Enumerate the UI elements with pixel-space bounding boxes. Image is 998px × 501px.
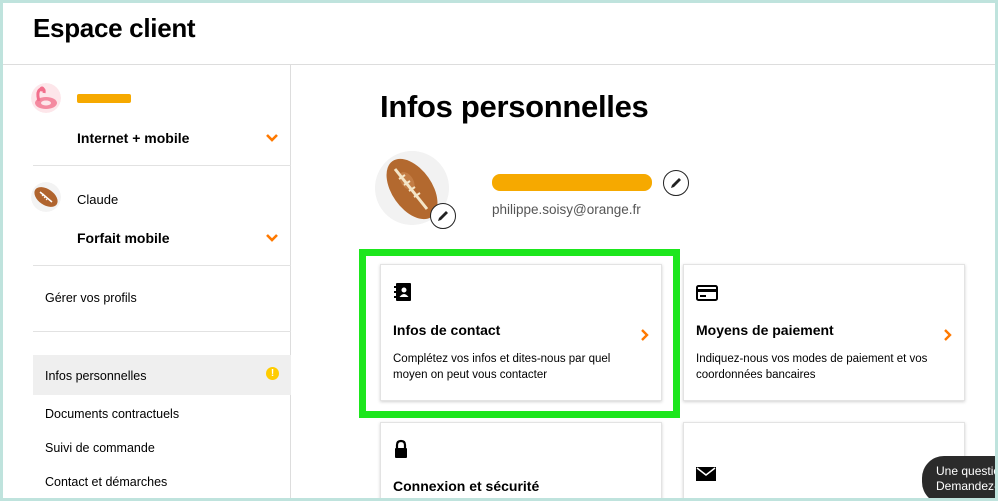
separator — [33, 265, 291, 266]
sidebar-item-suivi-de-commande[interactable]: Suivi de commande — [45, 441, 155, 455]
header-title: Espace client — [33, 13, 196, 43]
flamingo-float-avatar — [31, 83, 61, 113]
page-title: Infos personnelles — [380, 89, 649, 124]
chat-text-line-2: Demandez- — [936, 479, 995, 493]
card-title: Moyens de paiement — [696, 322, 834, 338]
app-window: Espace client Internet + mobile Claude F… — [3, 3, 995, 498]
pencil-icon — [671, 178, 681, 188]
separator — [33, 331, 291, 332]
chat-widget[interactable]: Une questio Demandez- — [922, 456, 995, 498]
redacted-name — [77, 94, 131, 103]
edit-avatar-button[interactable] — [430, 203, 456, 229]
chevron-down-icon[interactable] — [265, 233, 279, 243]
sidebar: Internet + mobile Claude Forfait mobile — [3, 65, 291, 498]
card-moyens-de-paiement[interactable]: Moyens de paiement Indiquez-nous vos mod… — [683, 264, 965, 401]
envelope-icon — [696, 467, 716, 481]
chevron-down-icon[interactable] — [265, 133, 279, 143]
alert-icon: ! — [266, 367, 279, 380]
card-connexion-et-securite[interactable]: Connexion et sécurité — [380, 422, 662, 498]
manage-profiles-link[interactable]: Gérer vos profils — [45, 291, 137, 305]
profile-name: Claude — [77, 192, 119, 207]
lock-icon — [395, 439, 407, 458]
chevron-right-icon — [944, 329, 952, 341]
sidebar-item-label: Infos personnelles — [45, 369, 147, 383]
card-title: Connexion et sécurité — [393, 478, 540, 494]
edit-name-button[interactable] — [663, 170, 689, 196]
profile-offer-forfait-mobile: Forfait mobile — [77, 230, 170, 246]
pencil-icon — [438, 211, 448, 221]
sidebar-item-documents-contractuels[interactable]: Documents contractuels — [45, 407, 179, 421]
card-description-line-2: coordonnées bancaires — [696, 369, 816, 381]
card-description-line-1: Indiquez-nous vos modes de paiement et v… — [696, 353, 928, 365]
football-avatar — [31, 182, 61, 212]
profile-offer-internet-mobile: Internet + mobile — [77, 130, 190, 146]
header: Espace client — [3, 3, 995, 65]
credit-card-icon — [696, 285, 718, 301]
profile-block-2[interactable]: Claude Forfait mobile — [3, 166, 291, 266]
redacted-user-name — [492, 174, 652, 191]
profile-block-1[interactable]: Internet + mobile — [3, 65, 291, 165]
highlight-box — [359, 249, 680, 418]
user-email: philippe.soisy@orange.fr — [492, 202, 641, 217]
sidebar-item-infos-personnelles[interactable]: Infos personnelles ! — [33, 355, 291, 395]
sidebar-item-contact-et-demarches[interactable]: Contact et démarches — [45, 475, 167, 489]
chat-text-line-1: Une questio — [936, 464, 995, 478]
